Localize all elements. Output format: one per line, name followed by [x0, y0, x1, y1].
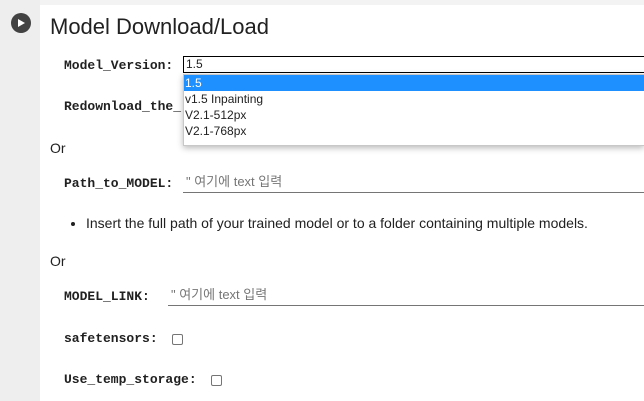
safetensors-label: safetensors:	[64, 331, 158, 346]
dropdown-option[interactable]: 1.5	[184, 75, 644, 91]
help-list: Insert the full path of your trained mod…	[62, 215, 588, 231]
or-separator: Or	[50, 140, 66, 156]
form-cell: Model Download/Load Model_Version: 1.5 R…	[40, 5, 644, 401]
redownload-label: Redownload_the_	[64, 99, 182, 114]
play-icon	[18, 19, 25, 27]
dropdown-option[interactable]: V2.1-512px	[184, 107, 644, 123]
run-cell-button[interactable]	[11, 13, 31, 33]
path-to-model-label: Path_to_MODEL:	[64, 176, 174, 191]
cell-gutter	[0, 0, 40, 401]
path-to-model-input[interactable]: " 여기에 text 입력	[183, 173, 644, 193]
dropdown-option[interactable]: v1.5 Inpainting	[184, 91, 644, 107]
use-temp-storage-label: Use_temp_storage:	[64, 372, 197, 387]
cell-title: Model Download/Load	[50, 14, 269, 39]
model-link-input[interactable]: " 여기에 text 입력	[168, 286, 644, 306]
dropdown-option[interactable]: V2.1-768px	[184, 123, 644, 139]
model-version-dropdown: 1.5 v1.5 Inpainting V2.1-512px V2.1-768p…	[183, 74, 644, 146]
model-link-label: MODEL_LINK:	[64, 289, 150, 304]
help-text: Insert the full path of your trained mod…	[86, 215, 588, 231]
or-separator: Or	[50, 253, 66, 269]
model-version-label: Model_Version:	[64, 58, 174, 73]
use-temp-storage-checkbox[interactable]	[211, 375, 222, 386]
safetensors-checkbox[interactable]	[172, 334, 183, 345]
model-version-select[interactable]: 1.5	[183, 56, 644, 73]
